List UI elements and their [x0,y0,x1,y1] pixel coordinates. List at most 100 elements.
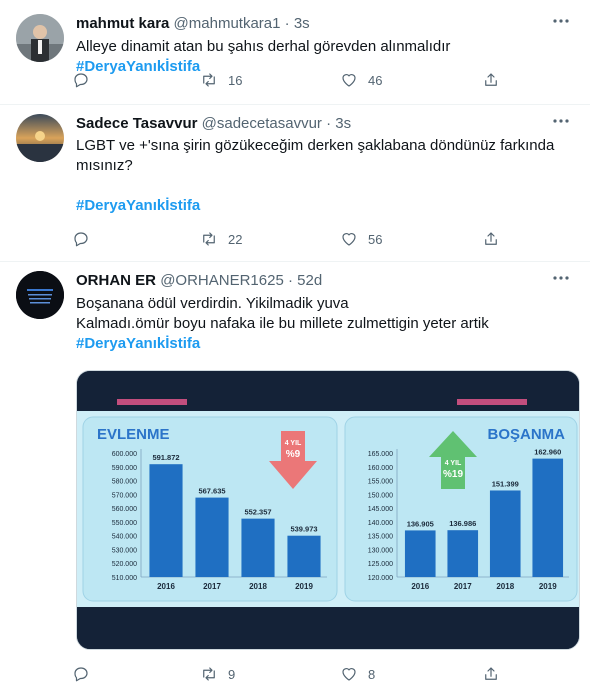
avatar[interactable] [16,114,64,162]
tweet-2[interactable]: Sadece Tasavvur @sadecetasavvur · 3s LGB… [0,105,590,262]
reply-icon [74,667,88,682]
retweet-icon [203,667,215,681]
tweet-media-image[interactable]: EVLENME 600.000 590.000 580.000 570.000 560.0… [76,370,580,650]
separator: · [326,115,332,132]
like-button[interactable]: 46 [340,69,382,91]
hashtag-link[interactable]: #DeryaYanıkİstifa [76,197,200,214]
reply-button[interactable] [72,663,100,685]
tweet-header: ORHAN ER @ORHANER1625 · 52d [76,271,578,291]
hashtag-link[interactable]: #DeryaYanıkİstifa [76,335,200,352]
avatar[interactable] [16,271,64,319]
data-label: 136.986 [449,519,476,528]
user-handle[interactable]: @sadecetasavvur [202,115,322,132]
tweet-1[interactable]: mahmut kara @mahmutkara1 · 3s Alleye din… [0,0,590,105]
y-tick-label: 590.000 [112,465,137,472]
x-tick-label: 2019 [539,582,557,591]
retweet-button[interactable]: 22 [200,228,242,250]
like-count: 8 [368,666,376,682]
avatar-image [16,14,64,62]
reply-button[interactable] [72,228,100,250]
y-tick-label: 150.000 [368,492,393,499]
y-tick-label: 130.000 [368,547,393,554]
retweet-button[interactable]: 16 [200,69,242,91]
data-label: 567.635 [198,487,225,496]
tweet-text-line: Kalmadı.ömür boyu nafaka ile bu millete … [76,315,489,332]
share-button[interactable] [482,663,500,685]
user-handle[interactable]: @mahmutkara1 [174,15,281,32]
timestamp[interactable]: 3s [294,15,310,32]
heart-icon [342,233,356,246]
y-tick-label: 145.000 [368,506,393,513]
more-icon[interactable] [550,114,572,134]
timestamp[interactable]: 3s [335,115,351,132]
bar [241,518,275,577]
y-tick-label: 530.000 [112,547,137,554]
tweet-text: LGBT ve +'sına şirin gözükeceğim derken … [76,136,578,216]
bar [149,464,183,577]
y-tick-label: 570.000 [112,492,137,499]
tweet-header: Sadece Tasavvur @sadecetasavvur · 3s [76,114,578,134]
retweet-count: 16 [228,72,243,88]
bar [489,490,521,577]
retweet-count: 22 [228,231,243,247]
bar [532,458,564,577]
bar [287,535,321,577]
display-name[interactable]: ORHAN ER [76,272,156,289]
x-tick-label: 2019 [295,582,313,591]
badge-label: 4 YIL [445,460,462,467]
tweet-text-line: LGBT ve +'sına şirin gözükeceğim derken … [76,137,555,154]
share-button[interactable] [482,69,500,91]
retweet-count: 9 [228,666,236,682]
retweet-icon [203,73,215,87]
tweet-header: mahmut kara @mahmutkara1 · 3s [76,14,578,34]
reply-button[interactable] [72,69,100,91]
share-icon [485,667,497,680]
data-label: 151.399 [492,479,519,488]
more-icon[interactable] [550,14,572,34]
retweet-button[interactable]: 9 [200,663,235,685]
avatar-image [16,271,64,319]
tweet-text: Boşanana ödül verdirdin. Yikilmadik yuva… [76,294,578,354]
y-tick-label: 560.000 [112,506,137,513]
bar [195,497,229,577]
y-tick-label: 160.000 [368,465,393,472]
tweet-text-line: Boşanana ödül verdirdin. Yikilmadik yuva [76,295,349,312]
chart-panel-evlenme: EVLENME 600.000 590.000 580.000 570.000 560.0… [82,416,338,602]
like-button[interactable]: 56 [340,228,382,250]
y-tick-label: 125.000 [368,561,393,568]
bar [404,530,436,577]
heart-icon [342,668,356,681]
user-handle[interactable]: @ORHANER1625 [160,272,284,289]
like-button[interactable]: 8 [340,663,375,685]
data-label: 539.973 [290,525,317,534]
reply-icon [74,232,88,247]
y-tick-label: 140.000 [368,520,393,527]
x-tick-label: 2017 [203,582,221,591]
separator: · [287,272,293,289]
tweet-text-line: mısınız? [76,157,133,174]
like-count: 46 [368,72,383,88]
share-button[interactable] [482,228,500,250]
display-name[interactable]: Sadece Tasavvur [76,115,197,132]
avatar[interactable] [16,14,64,62]
y-tick-label: 510.000 [112,575,137,582]
infographic-chart: EVLENME 600.000 590.000 580.000 570.000 560.0… [77,371,579,649]
badge-value: %9 [286,449,301,460]
share-icon [485,73,497,86]
reply-icon [74,73,88,88]
retweet-icon [203,232,215,246]
y-tick-label: 165.000 [368,451,393,458]
like-count: 56 [368,231,383,247]
data-label: 591.872 [152,453,179,462]
timestamp[interactable]: 52d [297,272,322,289]
y-tick-label: 135.000 [368,534,393,541]
tweet-actions: 16 46 [72,69,512,91]
y-tick-label: 600.000 [112,451,137,458]
more-icon[interactable] [550,271,572,291]
display-name[interactable]: mahmut kara [76,15,169,32]
y-tick-label: 120.000 [368,575,393,582]
x-tick-label: 2016 [411,582,429,591]
y-tick-label: 550.000 [112,520,137,527]
avatar-image [16,114,64,162]
badge-value: %19 [443,469,463,480]
